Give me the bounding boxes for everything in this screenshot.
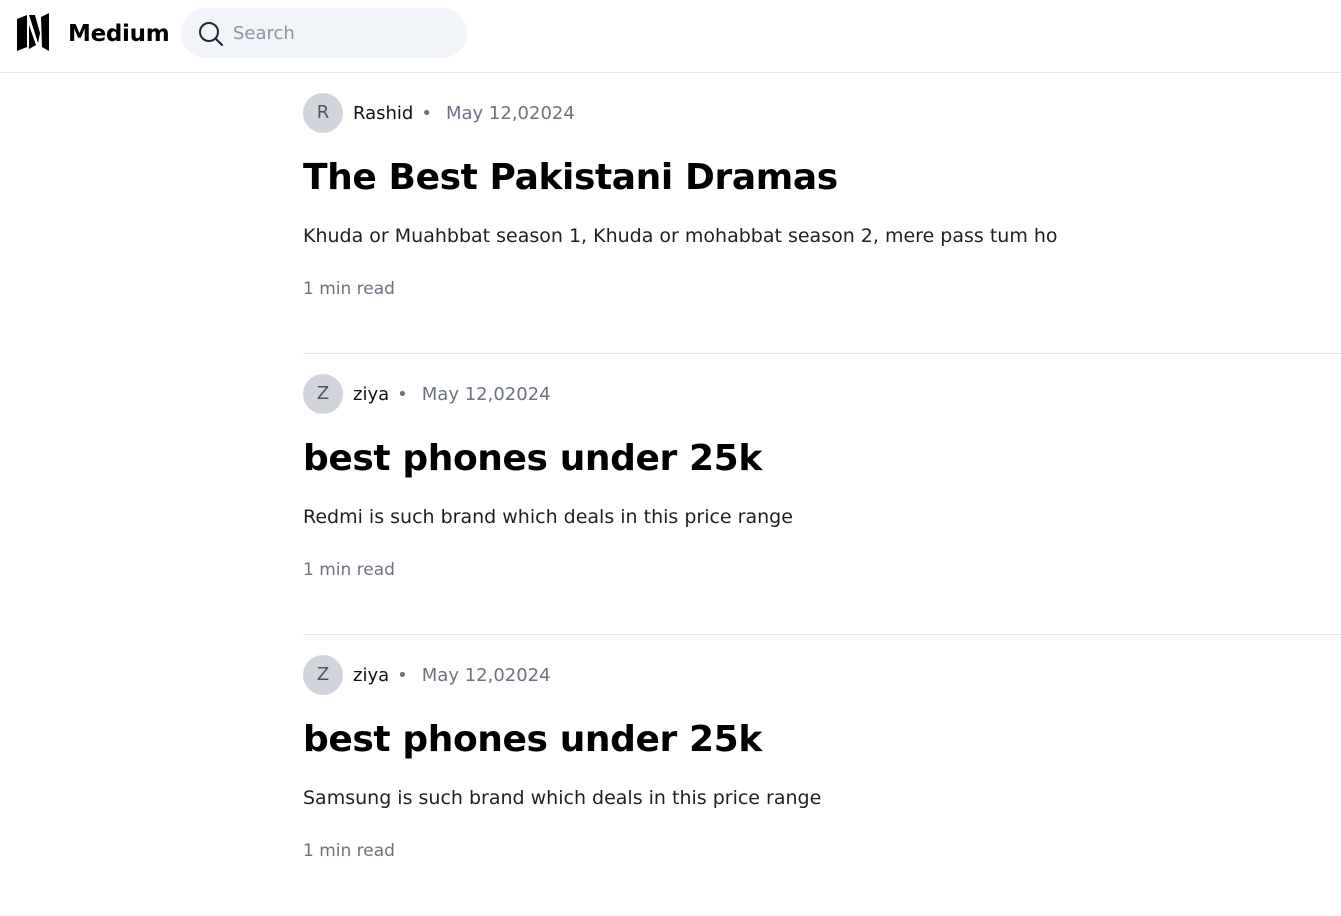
post-date: May 12,02024 bbox=[445, 102, 575, 124]
author-row: Z ziya • May 12,02024 bbox=[303, 374, 551, 414]
top-navigation-bar: Medium bbox=[0, 0, 1341, 73]
post-title[interactable]: The Best Pakistani Dramas bbox=[303, 153, 838, 203]
medium-logo-icon[interactable] bbox=[16, 13, 50, 53]
post-description[interactable]: Redmi is such brand which deals in this … bbox=[303, 503, 793, 531]
separator-dot: • bbox=[397, 664, 408, 686]
avatar[interactable]: Z bbox=[303, 655, 343, 695]
post-title[interactable]: best phones under 25k bbox=[303, 715, 762, 765]
post-title[interactable]: best phones under 25k bbox=[303, 434, 762, 484]
post-card[interactable]: Z ziya • May 12,02024 best phones under … bbox=[303, 635, 1341, 916]
author-name[interactable]: Rashid bbox=[353, 103, 413, 124]
post-description[interactable]: Khuda or Muahbbat season 1, Khuda or moh… bbox=[303, 222, 1058, 250]
author-name[interactable]: ziya bbox=[353, 665, 389, 686]
post-card[interactable]: R Rashid • May 12,02024 The Best Pakista… bbox=[303, 73, 1341, 354]
separator-dot: • bbox=[421, 102, 432, 124]
author-row: R Rashid • May 12,02024 bbox=[303, 93, 575, 133]
author-row: Z ziya • May 12,02024 bbox=[303, 655, 551, 695]
read-time: 1 min read bbox=[303, 560, 395, 580]
post-feed: R Rashid • May 12,02024 The Best Pakista… bbox=[303, 73, 1341, 916]
post-card[interactable]: Z ziya • May 12,02024 best phones under … bbox=[303, 354, 1341, 635]
search-icon[interactable] bbox=[198, 21, 224, 47]
separator-dot: • bbox=[397, 383, 408, 405]
search-input[interactable] bbox=[233, 8, 453, 58]
post-description[interactable]: Samsung is such brand which deals in thi… bbox=[303, 784, 821, 812]
avatar[interactable]: Z bbox=[303, 374, 343, 414]
post-date: May 12,02024 bbox=[421, 664, 551, 686]
brand-name[interactable]: Medium bbox=[68, 19, 170, 49]
avatar[interactable]: R bbox=[303, 93, 343, 133]
post-date: May 12,02024 bbox=[421, 383, 551, 405]
read-time: 1 min read bbox=[303, 279, 395, 299]
read-time: 1 min read bbox=[303, 841, 395, 861]
author-name[interactable]: ziya bbox=[353, 384, 389, 405]
